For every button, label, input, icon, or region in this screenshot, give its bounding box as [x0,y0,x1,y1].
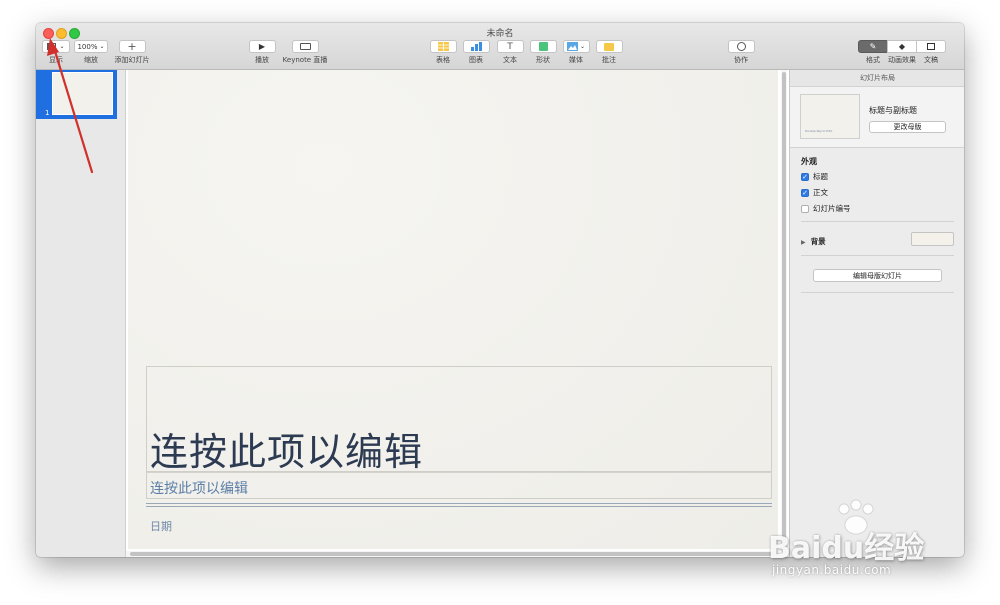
animate-label: 动画效果 [888,56,916,64]
slide-number: 1 [45,109,50,117]
watermark-brand: Baidu经验 [768,531,925,566]
slide-thumbnail[interactable] [52,72,113,115]
plus-icon: + [127,39,137,53]
shape-button[interactable]: 形状 [528,40,558,65]
background-color-well[interactable] [911,232,954,246]
slide-number-checkbox-label: 幻灯片编号 [813,204,851,213]
keynote-live-label: Keynote 直播 [282,56,328,64]
divider [801,292,954,293]
slide-number-checkbox[interactable] [801,204,809,213]
slide-date[interactable]: 日期 [150,518,172,534]
text-label: 文本 [503,56,517,64]
layout-thumbnail[interactable]: Double-Tap to Edit [800,94,860,139]
chart-button[interactable]: 图表 [461,40,491,65]
body-checkbox-row[interactable]: 正文 [801,187,828,198]
disclosure-triangle-icon: ▶ [801,239,806,246]
slide-navigator: 1 [36,70,126,557]
play-button[interactable]: ▶ 播放 [243,40,281,65]
table-button[interactable]: 表格 [428,40,458,65]
background-disclosure[interactable]: ▶ 背景 [801,236,826,247]
edit-master-slide-button[interactable]: 编辑母版幻灯片 [813,269,942,282]
keynote-live-icon [299,43,311,50]
document-label: 文稿 [924,56,938,64]
slide-subtitle[interactable]: 连按此项以编辑 [150,478,248,498]
slide-rule-top [146,503,772,504]
watermark-url: jingyan.baidu.com [772,563,892,577]
chevron-down-icon: ⌄ [59,43,65,50]
body-checkbox[interactable] [801,188,809,197]
keynote-live-button[interactable]: Keynote 直播 [281,40,329,65]
change-master-button[interactable]: 更改母版 [869,121,946,133]
title-divider [146,472,772,473]
document-tab[interactable] [916,40,946,53]
chevron-down-icon: ⌄ [579,43,586,50]
background-label: 背景 [810,237,826,246]
collaborate-button[interactable]: 协作 [726,40,756,65]
inspector-panel: 幻灯片布局 Double-Tap to Edit 标题与副标题 更改母版 外观 … [789,70,964,557]
play-label: 播放 [255,56,269,64]
vertical-scroll-thumb[interactable] [782,72,786,550]
view-label: 显示 [49,56,63,64]
layout-section: Double-Tap to Edit 标题与副标题 更改母版 [790,87,964,148]
inspector-header: 幻灯片布局 [790,70,964,87]
format-label: 格式 [866,56,880,64]
title-checkbox-row[interactable]: 标题 [801,171,828,182]
comment-button[interactable]: 批注 [594,40,624,65]
zoom-value: 100% [77,42,98,51]
keynote-window: 未命名 ⌄ 显示 100% ⌄ 缩放 + 添加幻灯片 ▶ 播放 Keynote … [36,23,964,557]
text-button[interactable]: T 文本 [495,40,525,65]
chart-label: 图表 [469,56,483,64]
media-label: 媒体 [569,56,583,64]
collaborate-label: 协作 [734,56,748,64]
divider [801,221,954,222]
table-label: 表格 [436,56,450,64]
add-slide-button[interactable]: + 添加幻灯片 [114,40,150,65]
horizontal-scroll-thumb[interactable] [130,552,774,556]
chevron-down-icon: ⌄ [99,43,105,50]
layout-thumbnail-text: Double-Tap to Edit [805,129,833,133]
toolbar: 未命名 ⌄ 显示 100% ⌄ 缩放 + 添加幻灯片 ▶ 播放 Keynote … [36,23,964,70]
collaborate-icon [736,42,746,51]
slide-rule-bottom [146,506,772,507]
slide-title[interactable]: 连按此项以编辑 [150,421,423,476]
body-checkbox-label: 正文 [813,188,828,197]
comment-label: 批注 [602,56,616,64]
animate-icon: ◆ [898,42,906,51]
shape-icon [538,42,548,51]
appearance-title: 外观 [801,157,817,166]
animate-tab[interactable]: ◆ [887,40,917,53]
table-icon [437,42,449,51]
title-checkbox-label: 标题 [813,172,828,181]
play-icon: ▶ [258,42,266,51]
paintbrush-icon: ✎ [869,42,877,51]
sidebar-view-icon [47,43,57,50]
slide-thumbnail-row[interactable]: 1 [36,70,117,119]
format-tab[interactable]: ✎ [858,40,888,53]
add-slide-label: 添加幻灯片 [114,56,150,64]
layout-name: 标题与副标题 [869,106,917,115]
zoom-label: 缩放 [84,56,98,64]
inspector-segmented-control: ✎ ◆ [858,40,946,53]
chart-icon [470,42,482,51]
baidu-watermark: Baidu经验 jingyan.baidu.com [768,497,948,587]
document-icon [927,43,935,50]
vertical-scrollbar[interactable] [781,70,787,553]
slide-canvas[interactable]: 连按此项以编辑 连按此项以编辑 日期 [128,70,778,549]
zoom-menu-button[interactable]: 100% ⌄ 缩放 [74,40,108,65]
comment-icon [604,42,614,51]
slide-number-checkbox-row[interactable]: 幻灯片编号 [801,203,851,214]
horizontal-scrollbar[interactable] [126,551,778,557]
media-button[interactable]: ⌄ 媒体 [561,40,591,65]
text-icon: T [507,41,513,52]
slide-canvas-area: 连按此项以编辑 连按此项以编辑 日期 [126,70,789,557]
media-icon [566,42,578,51]
view-menu-button[interactable]: ⌄ 显示 [41,40,71,65]
window-title: 未命名 [486,29,514,39]
shape-label: 形状 [536,56,550,64]
title-checkbox[interactable] [801,172,809,181]
divider [801,255,954,256]
